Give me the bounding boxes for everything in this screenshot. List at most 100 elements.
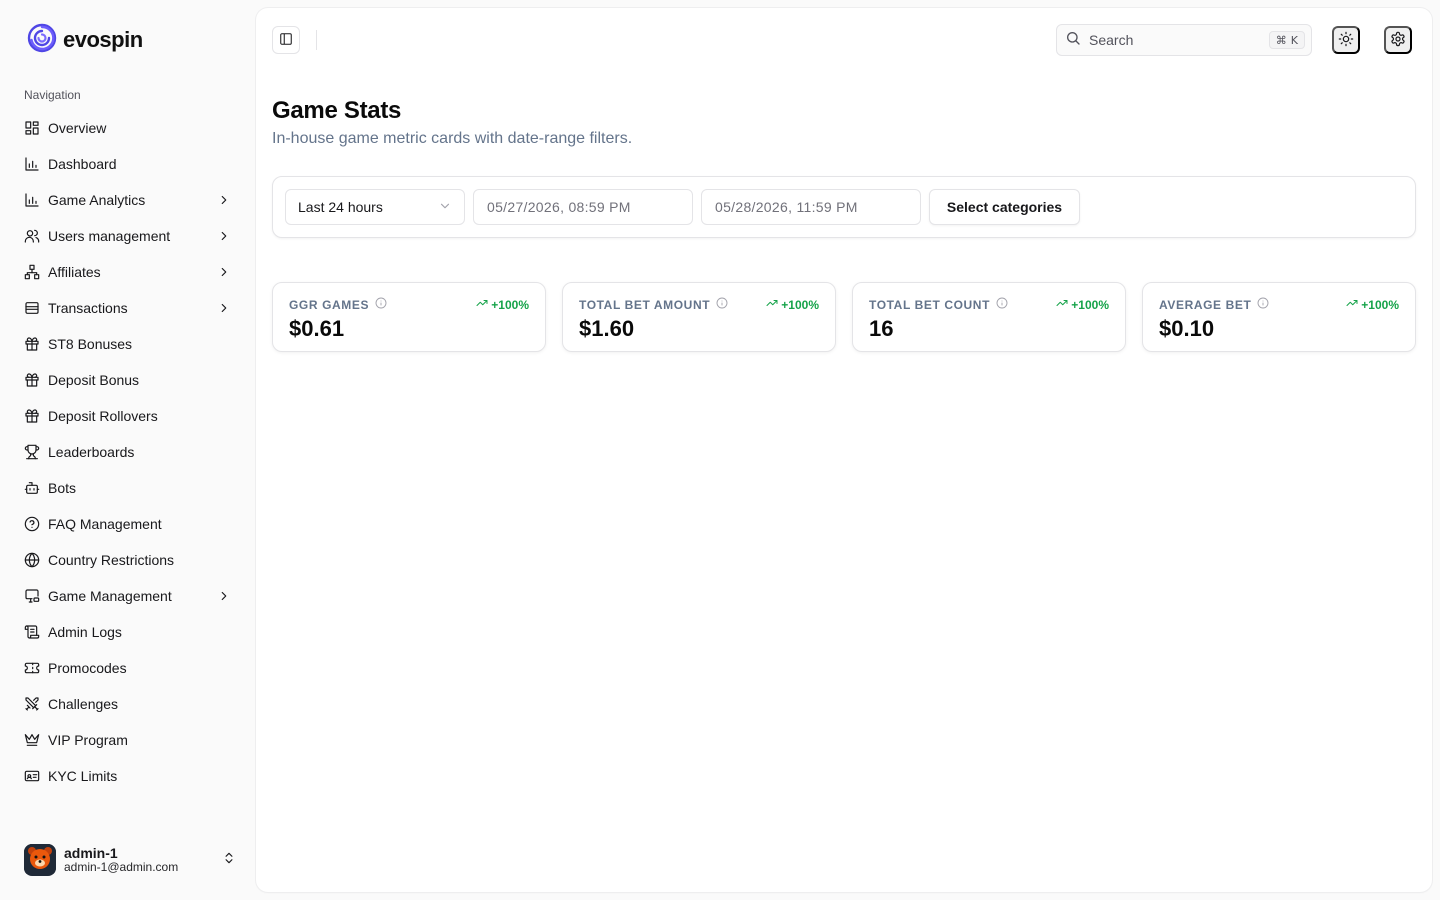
topbar: ⌘ K [256,8,1432,72]
sidebar-item-label: Affiliates [48,264,101,280]
sidebar-item-label: Leaderboards [48,444,135,460]
sidebar-item-kyc-limits[interactable]: KYC Limits [16,758,240,794]
brand-name: evospin [63,27,143,52]
sidebar-item-label: Game Management [48,588,172,604]
chevron-right-icon[interactable] [216,192,232,208]
nav-list: Overview Dashboard Game Analytics Users … [16,110,240,794]
chevron-right-icon[interactable] [216,228,232,244]
sidebar: evospin Navigation Overview Dashboard Ga… [0,0,256,900]
chevron-right-icon[interactable] [216,264,232,280]
sidebar-item-challenges[interactable]: Challenges [16,686,240,722]
avatar [24,844,56,876]
layout-grid-icon [24,120,40,136]
info-icon[interactable] [1257,297,1269,312]
metric-label: GGR GAMES [289,297,370,312]
sidebar-item-users-management[interactable]: Users management [16,218,240,254]
sidebar-item-game-management[interactable]: Game Management [16,578,240,614]
sidebar-item-affiliates[interactable]: Affiliates [16,254,240,290]
wallet-icon [24,300,40,316]
metric-label: TOTAL BET COUNT [869,297,990,312]
command-key-glyph: ⌘ [1275,33,1287,47]
sidebar-item-label: Dashboard [48,156,117,172]
settings-button[interactable] [1384,26,1412,54]
nav-heading: Navigation [24,88,81,102]
bar-chart-icon [24,156,40,172]
chevron-right-icon[interactable] [216,300,232,316]
sidebar-item-vip-program[interactable]: VIP Program [16,722,240,758]
info-icon[interactable] [716,297,728,312]
sidebar-item-st8-bonuses[interactable]: ST8 Bonuses [16,326,240,362]
sidebar-item-label: Deposit Rollovers [48,408,158,424]
sidebar-item-country-restrictions[interactable]: Country Restrictions [16,542,240,578]
id-card-icon [24,768,40,784]
trending-up-icon [766,297,778,312]
metric-delta-value: +100% [491,297,529,312]
sidebar-item-label: Admin Logs [48,624,122,640]
gear-icon [1390,31,1406,50]
user-name: admin-1 [64,845,118,862]
main-panel: ⌘ K Game Stats In-house game metric card… [256,8,1432,892]
gift-icon [24,408,40,424]
user-menu[interactable]: admin-1 admin-1@admin.com [24,843,236,877]
chevron-right-icon[interactable] [216,588,232,604]
gift-icon [24,372,40,388]
sun-icon [1338,31,1354,50]
sidebar-item-label: Promocodes [48,660,127,676]
sidebar-item-leaderboards[interactable]: Leaderboards [16,434,240,470]
sidebar-item-label: Game Analytics [48,192,146,208]
trending-up-icon [1056,297,1068,312]
shortcut-key: K [1290,33,1298,47]
search-input[interactable] [1089,32,1259,48]
bar-chart-icon [24,192,40,208]
globe-icon [24,552,40,568]
sidebar-item-admin-logs[interactable]: Admin Logs [16,614,240,650]
metric-delta: +100% [476,297,529,312]
metric-delta-value: +100% [1071,297,1109,312]
end-date-input[interactable] [701,189,921,225]
sidebar-item-deposit-bonus[interactable]: Deposit Bonus [16,362,240,398]
metric-delta: +100% [1056,297,1109,312]
sidebar-item-label: Country Restrictions [48,552,175,568]
sidebar-item-overview[interactable]: Overview [16,110,240,146]
user-email: admin-1@admin.com [64,860,179,875]
search-box[interactable]: ⌘ K [1056,24,1312,56]
sidebar-item-dashboard[interactable]: Dashboard [16,146,240,182]
sidebar-item-label: Overview [48,120,107,136]
metric-value: $0.10 [1159,316,1215,341]
sidebar-item-game-analytics[interactable]: Game Analytics [16,182,240,218]
page-subtitle: In-house game metric cards with date-ran… [272,130,633,147]
info-icon[interactable] [996,297,1008,312]
trending-up-icon [1346,297,1358,312]
date-range-select[interactable]: Last 24 hours [285,189,465,225]
start-date-input[interactable] [473,189,693,225]
swords-icon [24,696,40,712]
search-shortcut-badge: ⌘ K [1268,31,1305,49]
ticket-icon [24,660,40,676]
metric-card-average-bet: AVERAGE BET +100% $0.10 [1142,282,1416,352]
sidebar-item-transactions[interactable]: Transactions [16,290,240,326]
metric-label-group: TOTAL BET AMOUNT [579,297,728,312]
metric-delta: +100% [766,297,819,312]
metric-delta: +100% [1346,297,1399,312]
sidebar-item-label: VIP Program [48,732,128,748]
sidebar-toggle-button[interactable] [272,26,300,54]
sidebar-item-bots[interactable]: Bots [16,470,240,506]
sidebar-item-label: Challenges [48,696,119,712]
brand-logo[interactable]: evospin [27,23,143,55]
select-categories-button[interactable]: Select categories [929,189,1080,225]
panel-left-icon [279,32,293,49]
metric-label: TOTAL BET AMOUNT [579,297,711,312]
theme-toggle-button[interactable] [1332,26,1360,54]
sidebar-item-faq-management[interactable]: FAQ Management [16,506,240,542]
sidebar-item-label: ST8 Bonuses [48,336,133,352]
metric-card-total-bet-amount: TOTAL BET AMOUNT +100% $1.60 [562,282,836,352]
sidebar-item-label: KYC Limits [48,768,118,784]
sidebar-item-label: Deposit Bonus [48,372,140,388]
chevrons-up-down-icon[interactable] [222,851,236,870]
sidebar-item-promocodes[interactable]: Promocodes [16,650,240,686]
date-range-value: Last 24 hours [298,199,383,215]
sidebar-item-deposit-rollovers[interactable]: Deposit Rollovers [16,398,240,434]
metric-delta-value: +100% [781,297,819,312]
info-icon[interactable] [375,297,387,312]
metric-card-total-bet-count: TOTAL BET COUNT +100% 16 [852,282,1126,352]
